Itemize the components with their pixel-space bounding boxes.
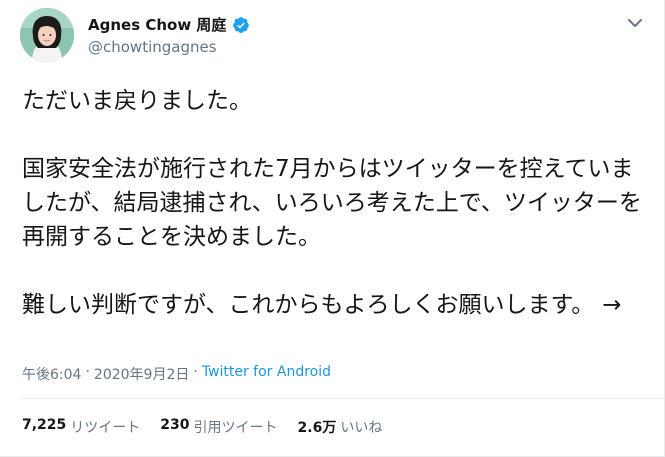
tweet-date[interactable]: 2020年9月2日 — [94, 364, 189, 384]
chevron-down-icon[interactable] — [626, 14, 644, 32]
retweets-stat[interactable]: 7,225 リツイート — [22, 417, 140, 437]
author-name-row[interactable]: Agnes Chow 周庭 — [88, 14, 250, 35]
meta-separator: · — [85, 364, 90, 380]
quote-tweets-count: 230 — [160, 417, 190, 433]
tweet-meta: 午後6:04 · 2020年9月2日 · Twitter for Android — [22, 364, 331, 384]
tweet-text: ただいま戻りました。 国家安全法が施行された7月からはツイッターを控えていました… — [22, 84, 647, 322]
tweet-paragraph: 難しい判断ですが、これからもよろしくお願いします。 → — [22, 288, 647, 322]
likes-label: いいね — [340, 420, 383, 436]
likes-stat[interactable]: 2.6万 いいね — [298, 417, 383, 437]
display-name[interactable]: Agnes Chow 周庭 — [88, 14, 226, 35]
tweet-paragraph-text: 難しい判断ですが、これからもよろしくお願いします。 — [22, 292, 595, 318]
retweets-count: 7,225 — [22, 417, 67, 433]
author-handle[interactable]: @chowtingagnes — [88, 38, 217, 56]
avatar-image — [20, 8, 74, 62]
tweet-paragraph: ただいま戻りました。 — [22, 88, 252, 114]
quote-tweets-stat[interactable]: 230 引用ツイート — [160, 417, 277, 437]
tweet-source-link[interactable]: Twitter for Android — [202, 364, 331, 384]
tweet-paragraph: 国家安全法が施行された7月からはツイッターを控えていましたが、結局逮捕され、いろ… — [22, 156, 642, 250]
tweet-time[interactable]: 午後6:04 — [22, 364, 81, 384]
retweets-label: リツイート — [70, 420, 141, 436]
arrow-right-icon[interactable]: → — [602, 292, 621, 318]
verified-badge-icon — [233, 16, 250, 33]
likes-count: 2.6万 — [297, 420, 337, 436]
divider — [22, 398, 664, 399]
tweet-card: Agnes Chow 周庭 @chowtingagnes ただいま戻りました。 … — [0, 0, 665, 457]
tweet-stats: 7,225 リツイート 230 引用ツイート 2.6万 いいね — [22, 417, 382, 437]
avatar[interactable] — [20, 8, 74, 62]
meta-separator: · — [193, 364, 198, 380]
quote-tweets-label: 引用ツイート — [193, 420, 278, 436]
